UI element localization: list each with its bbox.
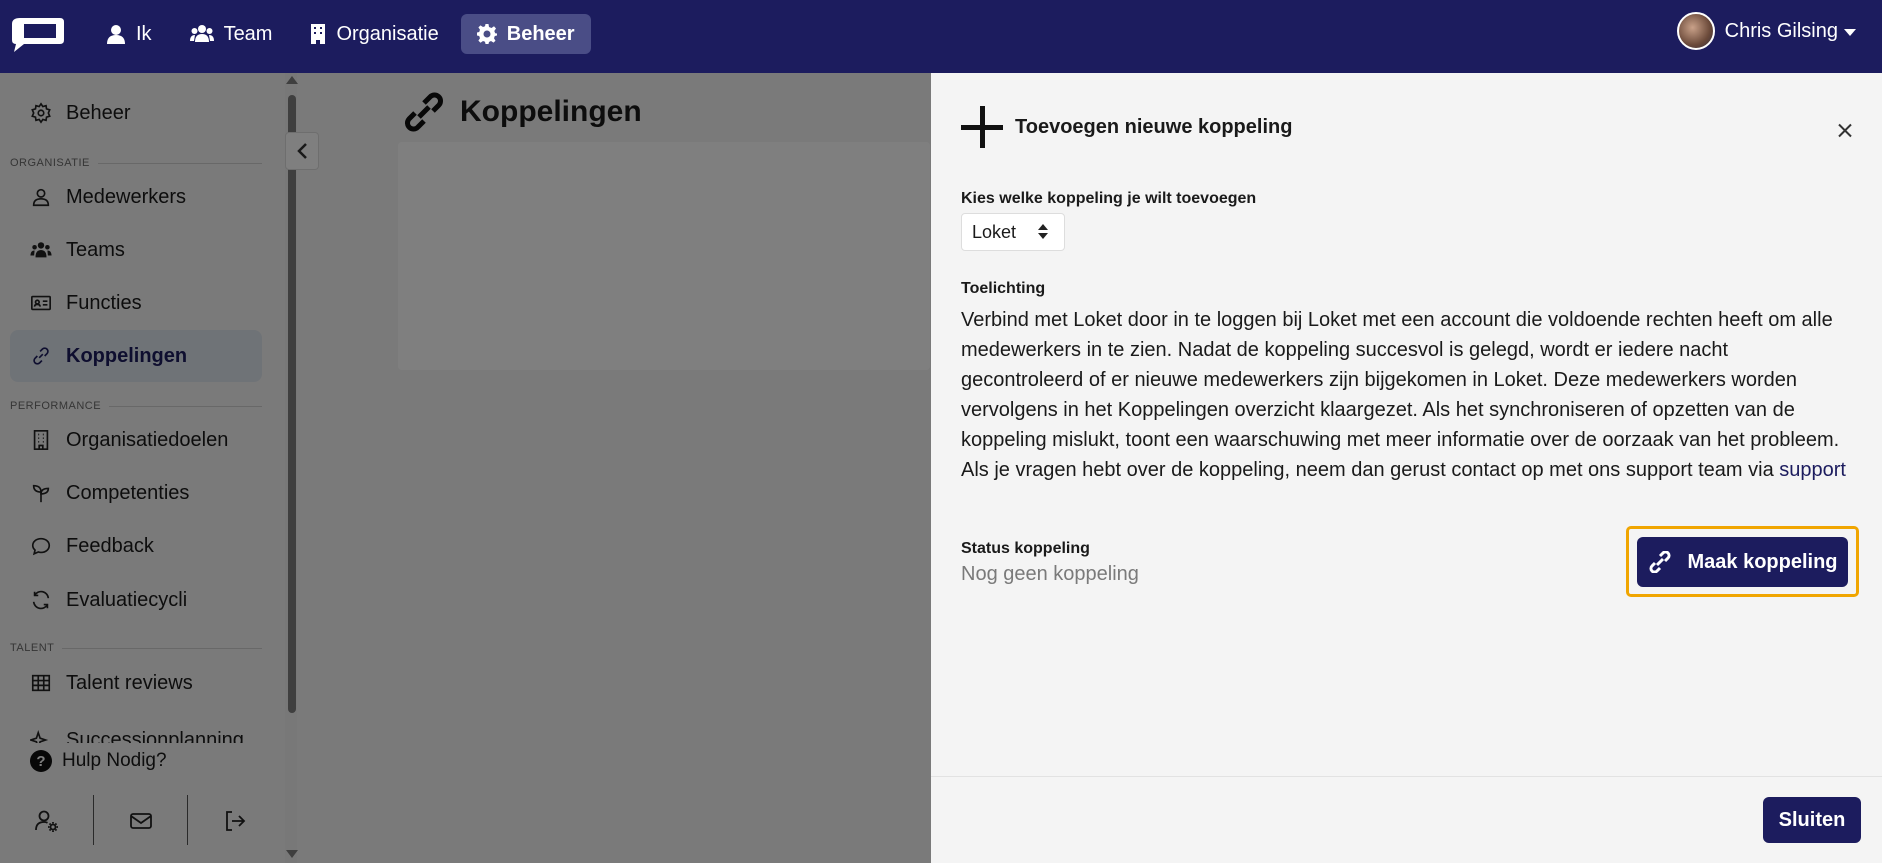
building-icon [311,24,326,44]
highlight-frame: Maak koppeling [1626,526,1859,597]
select-label: Kies welke koppeling je wilt toevoegen [961,190,1257,207]
close-icon[interactable] [1835,120,1855,140]
avatar [1676,12,1715,50]
connect-button[interactable]: Maak koppeling [1637,537,1848,587]
users-icon [189,25,214,42]
link-icon [1649,551,1671,573]
select-value: Loket [972,221,1017,242]
status-value: Nog geen koppeling [961,563,1139,585]
nav-item-organisatie[interactable]: Organisatie [294,14,454,54]
description-label: Toelichting [961,280,1046,297]
add-connection-panel: Toevoegen nieuwe koppeling Kies welke ko… [931,73,1882,863]
top-navbar: Ik Team Organisatie Beheer Chris Gilsing [0,0,1882,73]
panel-title: Toevoegen nieuwe koppeling [1015,115,1293,138]
nav-item-label: Ik [136,22,152,45]
user-icon [107,25,125,44]
chevron-down-icon [1844,29,1856,36]
plus-icon [961,106,1003,148]
modal-backdrop[interactable] [0,73,931,863]
nav-item-team[interactable]: Team [174,14,289,54]
select-arrows-icon [1038,224,1048,242]
nav-item-label: Organisatie [336,22,439,45]
description-text: Verbind met Loket door in te loggen bij … [961,309,1846,481]
main-nav: Ik Team Organisatie Beheer [90,14,591,54]
nav-item-ik[interactable]: Ik [90,14,168,54]
nav-item-label: Team [223,22,273,45]
nav-item-beheer[interactable]: Beheer [460,14,591,54]
user-menu[interactable]: Chris Gilsing [1676,12,1856,50]
user-name: Chris Gilsing [1724,19,1838,42]
connect-button-label: Maak koppeling [1687,550,1838,573]
nav-item-label: Beheer [506,22,575,45]
panel-header: Toevoegen nieuwe koppeling [961,106,1292,148]
gear-icon [476,24,497,44]
status-label: Status koppeling [961,540,1090,557]
close-button[interactable]: Sluiten [1763,797,1861,843]
support-link[interactable]: support [1779,459,1846,481]
connection-select[interactable]: Loket [961,213,1065,251]
divider [931,776,1882,777]
app-logo-icon[interactable] [10,14,66,54]
